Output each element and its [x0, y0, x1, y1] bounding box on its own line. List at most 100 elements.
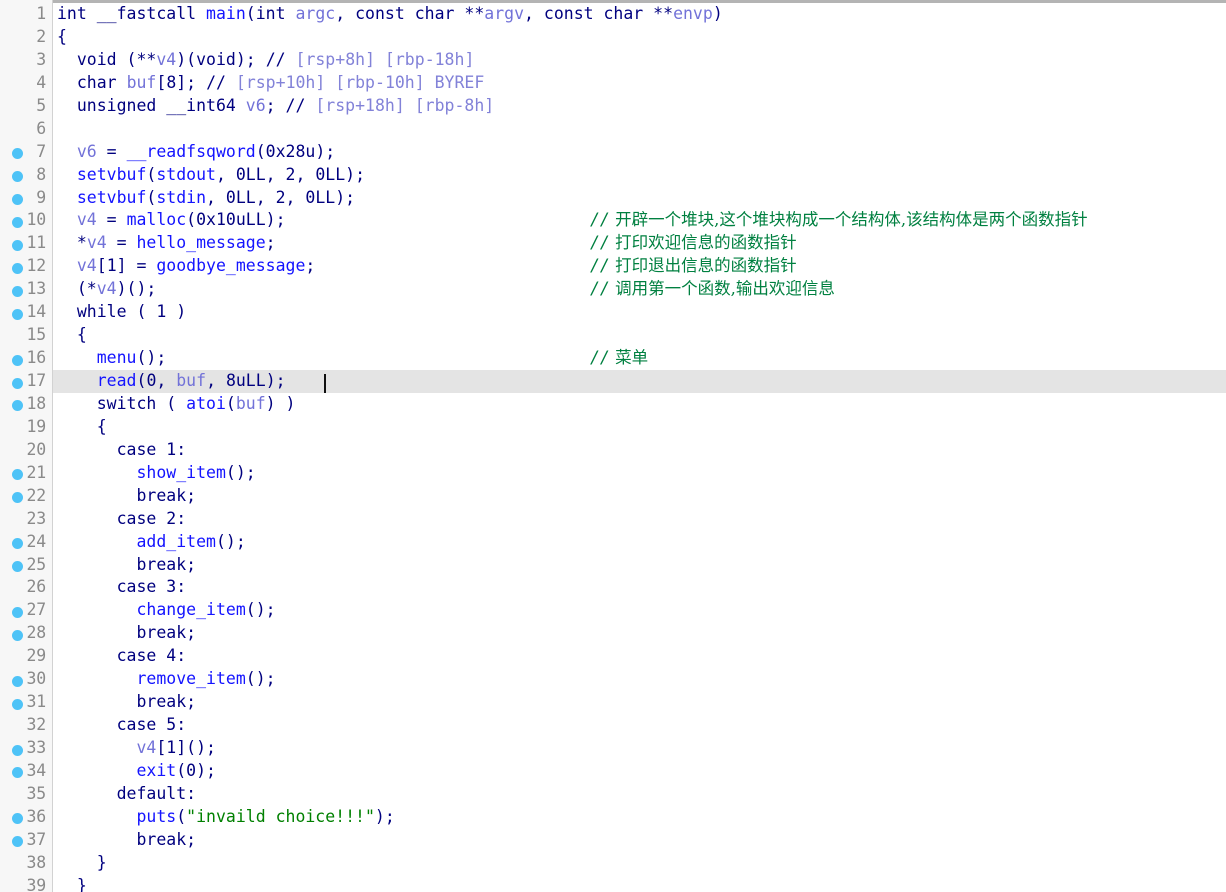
- code-text[interactable]: break;: [57, 691, 196, 714]
- code-line-row[interactable]: 1 int __fastcall main(int argc, const cha…: [0, 3, 1226, 26]
- code-line-row[interactable]: 27 change_item();: [0, 599, 1226, 622]
- code-text[interactable]: remove_item();: [57, 668, 275, 691]
- code-line-row[interactable]: 9 setvbuf(stdin, 0LL, 2, 0LL);: [0, 187, 1226, 210]
- code-text[interactable]: break;: [57, 622, 196, 645]
- code-line-row[interactable]: 15 {: [0, 324, 1226, 347]
- code-text[interactable]: setvbuf(stdin, 0LL, 2, 0LL);: [57, 187, 355, 210]
- code-text[interactable]: case 1:: [57, 439, 187, 462]
- line-number: 33: [26, 738, 47, 757]
- code-text[interactable]: *v4 = hello_message;: [57, 232, 276, 255]
- code-line-row[interactable]: 11 *v4 = hello_message; // 打印欢迎信息的函数指针: [0, 232, 1226, 255]
- code-line-row[interactable]: 37 break;: [0, 829, 1226, 852]
- code-text[interactable]: show_item();: [57, 462, 255, 485]
- code-line-row[interactable]: 24 add_item();: [0, 531, 1226, 554]
- line-number: 14: [26, 302, 47, 322]
- code-line-row[interactable]: 22 break;: [0, 485, 1226, 508]
- line-background: [53, 875, 1226, 892]
- code-text[interactable]: case 4:: [57, 645, 187, 668]
- code-lines[interactable]: 1 int __fastcall main(int argc, const cha…: [0, 3, 1226, 892]
- code-text[interactable]: v4[1]();: [57, 737, 216, 760]
- code-text[interactable]: read(0, buf, 8uLL);: [57, 370, 286, 393]
- user-comment[interactable]: // 开辟一个堆块,这个堆块构成一个结构体,该结构体是两个函数指针: [590, 209, 1088, 232]
- line-background: [53, 416, 1226, 439]
- code-text[interactable]: switch ( atoi(buf) ): [57, 393, 296, 416]
- code-line-row[interactable]: 29 case 4:: [0, 645, 1226, 668]
- code-line-row[interactable]: 5 unsigned __int64 v6; // [rsp+18h] [rbp…: [0, 95, 1226, 118]
- code-text[interactable]: menu();: [57, 347, 167, 370]
- code-text[interactable]: change_item();: [57, 599, 275, 622]
- code-line-row[interactable]: 7 v6 = __readfsqword(0x28u);: [0, 141, 1226, 164]
- code-line-row[interactable]: 39 }: [0, 875, 1226, 892]
- code-line-row[interactable]: 25 break;: [0, 554, 1226, 577]
- code-text[interactable]: case 5:: [57, 714, 187, 737]
- line-number: 18: [26, 393, 47, 413]
- line-number: 32: [26, 715, 47, 735]
- user-comment[interactable]: // 打印欢迎信息的函数指针: [590, 232, 797, 255]
- code-text[interactable]: add_item();: [57, 531, 245, 554]
- line-background: [53, 622, 1226, 645]
- code-line-row[interactable]: 36 puts("invaild choice!!!");: [0, 806, 1226, 829]
- code-text[interactable]: while ( 1 ): [57, 301, 186, 324]
- code-line-row[interactable]: 16 menu(); // 菜单: [0, 347, 1226, 370]
- code-line-row[interactable]: 26 case 3:: [0, 576, 1226, 599]
- code-line-row[interactable]: 12 v4[1] = goodbye_message; // 打印退出信息的函数指…: [0, 255, 1226, 278]
- code-line-row[interactable]: 10 v4 = malloc(0x10uLL); // 开辟一个堆块,这个堆块构成…: [0, 209, 1226, 232]
- code-line-row[interactable]: 4 char buf[8]; // [rsp+10h] [rbp-10h] BY…: [0, 72, 1226, 95]
- code-line-row[interactable]: 23 case 2:: [0, 508, 1226, 531]
- code-text[interactable]: unsigned __int64 v6; // [rsp+18h] [rbp-8…: [57, 95, 494, 118]
- code-line-row[interactable]: 19 {: [0, 416, 1226, 439]
- code-text[interactable]: default:: [57, 783, 196, 806]
- code-text[interactable]: {: [57, 416, 107, 439]
- code-line-row[interactable]: 21 show_item();: [0, 462, 1226, 485]
- code-line-row[interactable]: 13 (*v4)(); // 调用第一个函数,输出欢迎信息: [0, 278, 1226, 301]
- code-line-row[interactable]: 38 }: [0, 852, 1226, 875]
- code-text[interactable]: setvbuf(stdout, 0LL, 2, 0LL);: [57, 164, 365, 187]
- code-text[interactable]: case 2:: [57, 508, 187, 531]
- line-number: 2: [36, 26, 46, 46]
- code-text[interactable]: case 3:: [57, 576, 187, 599]
- line-number: 13: [26, 279, 47, 299]
- code-line-row[interactable]: 3 void (**v4)(void); // [rsp+8h] [rbp-18…: [0, 49, 1226, 72]
- code-text[interactable]: v4[1] = goodbye_message;: [57, 255, 315, 278]
- code-text[interactable]: puts("invaild choice!!!");: [57, 806, 394, 829]
- code-line-row[interactable]: 30 remove_item();: [0, 668, 1226, 691]
- code-line-row[interactable]: 34 exit(0);: [0, 760, 1226, 783]
- line-background: [53, 783, 1226, 806]
- code-line-row[interactable]: 31 break;: [0, 691, 1226, 714]
- code-text[interactable]: v4 = malloc(0x10uLL);: [57, 209, 286, 232]
- user-comment[interactable]: // 打印退出信息的函数指针: [590, 255, 797, 278]
- code-text[interactable]: exit(0);: [57, 760, 216, 783]
- user-comment[interactable]: // 调用第一个函数,输出欢迎信息: [590, 278, 835, 301]
- code-text[interactable]: break;: [57, 829, 196, 852]
- code-text[interactable]: v6 = __readfsqword(0x28u);: [57, 141, 335, 164]
- line-background: [53, 714, 1226, 737]
- code-line-row[interactable]: 33 v4[1]();: [0, 737, 1226, 760]
- code-text[interactable]: (*v4)();: [57, 278, 157, 301]
- code-line-row[interactable]: 35 default:: [0, 783, 1226, 806]
- code-text[interactable]: char buf[8]; // [rsp+10h] [rbp-10h] BYRE…: [57, 72, 484, 95]
- line-number: 34: [26, 760, 47, 780]
- line-number: 10: [26, 210, 47, 230]
- line-background: [53, 852, 1226, 875]
- code-line-row[interactable]: 20 case 1:: [0, 439, 1226, 462]
- code-text[interactable]: {: [57, 26, 67, 49]
- code-line-row[interactable]: 6: [0, 118, 1226, 141]
- code-line-row[interactable]: 32 case 5:: [0, 714, 1226, 737]
- code-line-row[interactable]: 28 break;: [0, 622, 1226, 645]
- code-line-row[interactable]: 18 switch ( atoi(buf) ): [0, 393, 1226, 416]
- code-line-row[interactable]: 2{: [0, 26, 1226, 49]
- code-text[interactable]: int __fastcall main(int argc, const char…: [57, 3, 723, 26]
- line-background: [53, 737, 1226, 760]
- code-line-row[interactable]: 17 read(0, buf, 8uLL);: [0, 370, 1226, 393]
- code-text[interactable]: }: [57, 852, 107, 875]
- user-comment[interactable]: // 菜单: [590, 347, 648, 370]
- code-line-row[interactable]: 14 while ( 1 ): [0, 301, 1226, 324]
- code-line-row[interactable]: 8 setvbuf(stdout, 0LL, 2, 0LL);: [0, 164, 1226, 187]
- code-text[interactable]: void (**v4)(void); // [rsp+8h] [rbp-18h]: [57, 49, 475, 72]
- code-text[interactable]: break;: [57, 485, 196, 508]
- line-background: [53, 26, 1226, 49]
- code-text[interactable]: break;: [57, 554, 196, 577]
- code-text[interactable]: {: [57, 324, 87, 347]
- line-number: 28: [26, 623, 47, 643]
- code-text[interactable]: }: [57, 875, 87, 892]
